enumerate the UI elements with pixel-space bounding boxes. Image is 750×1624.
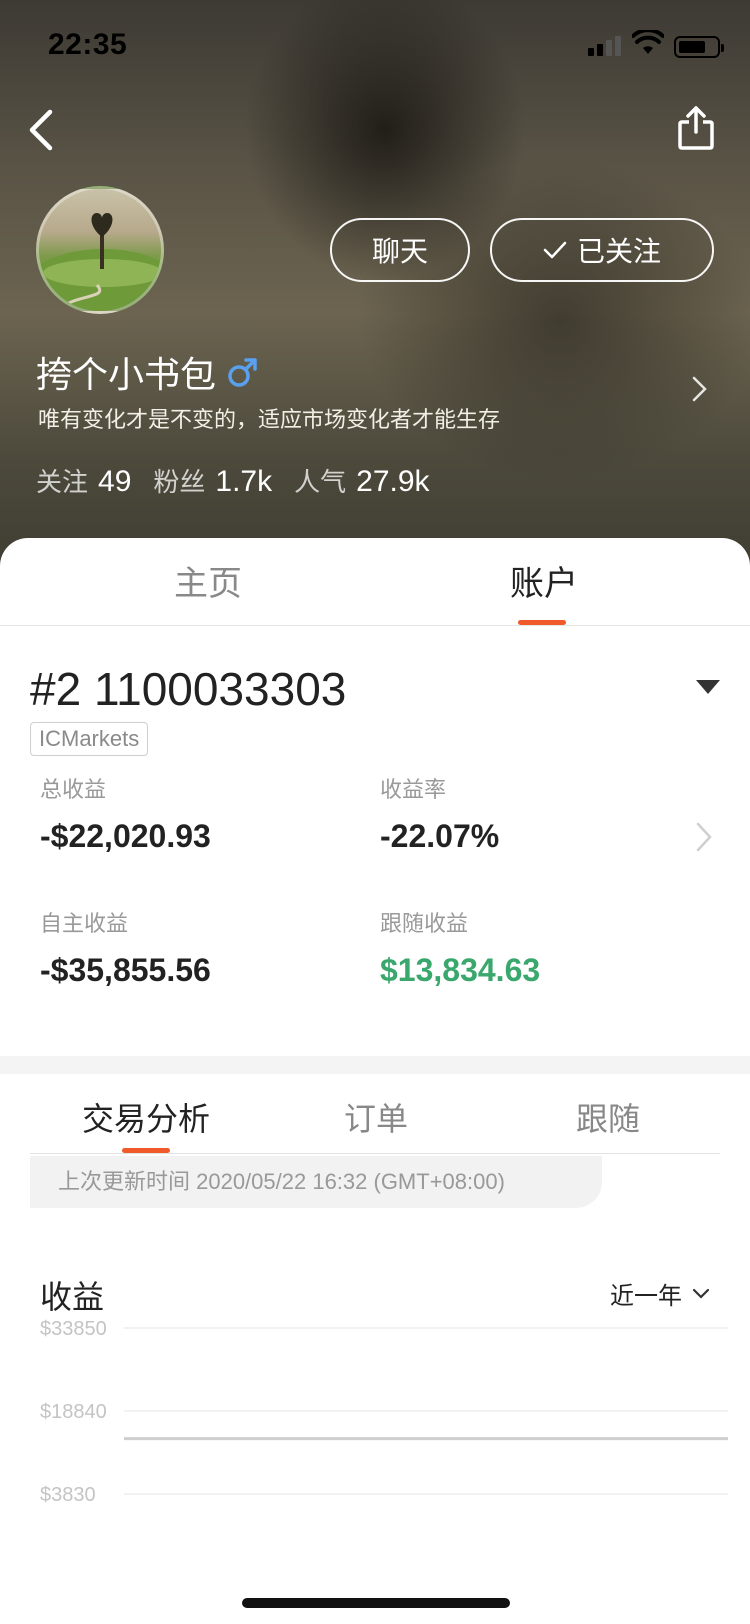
check-icon [543, 241, 567, 259]
sub-tab-active-indicator [122, 1148, 170, 1153]
home-indicator [242, 1598, 510, 1608]
total-profit-label: 总收益 [40, 777, 107, 802]
status-bar: 22:35 [0, 0, 750, 90]
tab-follow[interactable]: 跟随 [576, 1094, 640, 1140]
stat-followers-value[interactable]: 1.7k [215, 465, 272, 499]
stat-popularity-label: 人气 [294, 467, 347, 497]
chevron-right-icon[interactable] [690, 374, 710, 404]
range-select-label: 近一年 [610, 1283, 682, 1310]
self-profit-label: 自主收益 [40, 911, 129, 936]
chat-button-label: 聊天 [371, 236, 428, 267]
profile-header: 22:35 聊天 已关注 挎个小书包 唯有变化才是不变的，适应市场变化者才能生存… [0, 0, 750, 570]
chevron-right-icon[interactable] [694, 820, 714, 854]
main-tab-bar: 主页 账户 [0, 538, 750, 626]
user-bio: 唯有变化才是不变的，适应市场变化者才能生存 [38, 407, 501, 432]
return-rate-value: -22.07% [380, 818, 500, 854]
account-card: 主页 账户 #2 1100033303 ICMarkets 总收益 -$22,0… [0, 538, 750, 1624]
profit-chart: $33850 $18840 $3830 [40, 1318, 728, 1506]
sub-tab-bar: 交易分析 订单 跟随 [30, 1074, 720, 1154]
tab-account[interactable]: 账户 [510, 556, 578, 605]
chart-y-tick-label: $3830 [40, 1484, 96, 1506]
chat-button[interactable]: 聊天 [330, 218, 470, 282]
range-select[interactable]: 近一年 [610, 1276, 710, 1311]
tab-active-indicator [518, 620, 566, 625]
broker-tag: ICMarkets [30, 722, 149, 756]
tab-trade-analysis[interactable]: 交易分析 [82, 1094, 210, 1140]
total-profit-value: -$22,020.93 [40, 818, 211, 854]
chart-y-tick-label: $33850 [40, 1318, 107, 1340]
cellular-signal-icon [588, 34, 624, 56]
avatar-landscape-image [39, 213, 161, 311]
back-icon[interactable] [22, 104, 62, 156]
chevron-down-icon [692, 1288, 710, 1299]
section-divider [0, 1056, 750, 1074]
share-icon[interactable] [676, 104, 716, 152]
follow-button[interactable]: 已关注 [490, 218, 714, 282]
account-dropdown-icon[interactable] [694, 678, 722, 696]
self-profit-value: -$35,855.56 [40, 952, 211, 988]
stat-following-value[interactable]: 49 [98, 465, 131, 499]
stat-following-label: 关注 [36, 467, 89, 497]
last-update-note: 上次更新时间 2020/05/22 16:32 (GMT+08:00) [30, 1156, 602, 1208]
status-time: 22:35 [48, 28, 128, 61]
user-name-row: 挎个小书包 [36, 346, 260, 398]
profile-stats: 关注 49 粉丝 1.7k 人气 27.9k [36, 462, 452, 499]
tab-home[interactable]: 主页 [174, 556, 242, 605]
wifi-icon [632, 30, 664, 54]
stat-followers-label: 粉丝 [153, 467, 206, 497]
user-name: 挎个小书包 [36, 354, 217, 395]
male-gender-icon [228, 358, 257, 387]
account-id: #2 1100033303 [30, 663, 347, 715]
avatar[interactable] [36, 186, 164, 314]
follow-profit-value: $13,834.63 [380, 952, 541, 988]
follow-profit-label: 跟随收益 [380, 911, 469, 936]
stat-popularity-value: 27.9k [356, 465, 430, 498]
chart-y-tick-label: $18840 [40, 1401, 107, 1423]
tab-orders[interactable]: 订单 [344, 1094, 408, 1140]
battery-icon [674, 36, 724, 58]
follow-button-label: 已关注 [576, 236, 661, 267]
return-rate-label: 收益率 [380, 777, 447, 802]
